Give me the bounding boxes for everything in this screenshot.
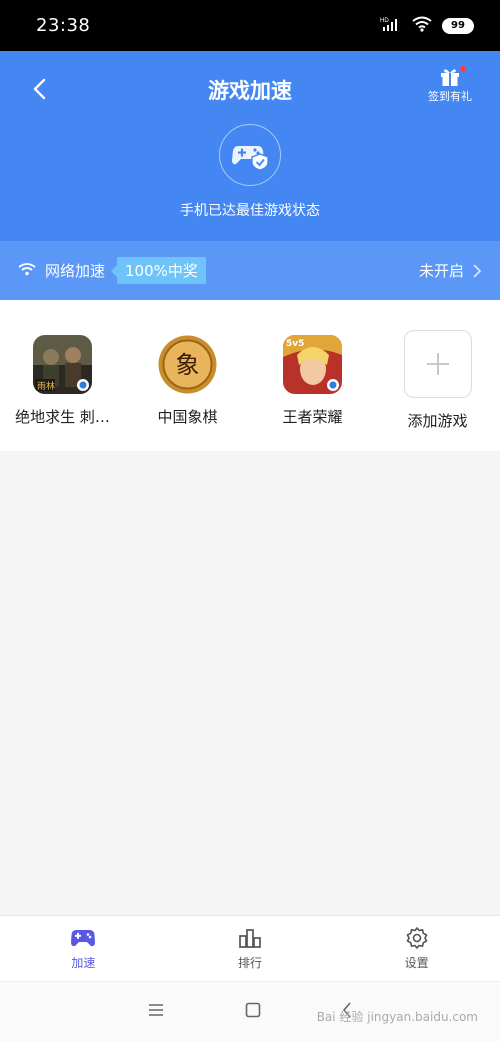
game-item-pubg[interactable]: 雨林 绝地求生 刺…	[0, 300, 125, 451]
bottom-tab-bar: 加速 排行 设置	[0, 915, 500, 981]
game-name: 中国象棋	[157, 408, 218, 426]
gear-icon	[406, 927, 427, 949]
chevron-right-icon	[473, 263, 482, 278]
chinese-chess-game-icon: 象	[158, 335, 217, 394]
tab-label: 排行	[238, 956, 263, 970]
network-status[interactable]: 未开启	[419, 260, 482, 281]
svg-text:象: 象	[176, 351, 200, 379]
game-accelerator-screen: 23:38 HD 99 游戏加速 签到有礼 手机已达最佳游戏状态 网络加速 10…	[0, 0, 500, 1041]
ranking-icon	[239, 929, 261, 948]
tab-label: 加速	[71, 956, 96, 970]
add-game-label: 添加游戏	[407, 412, 468, 430]
home-icon[interactable]	[245, 1002, 261, 1022]
game-item-chinese-chess[interactable]: 象 中国象棋	[125, 300, 250, 451]
signal-icon: HD	[380, 16, 402, 36]
gamepad-status-badge	[219, 124, 281, 186]
gamepad-shield-icon	[232, 146, 269, 170]
tab-settings[interactable]: 设置	[333, 916, 500, 981]
status-message: 手机已达最佳游戏状态	[180, 203, 320, 219]
network-acceleration-label: 网络加速	[45, 262, 106, 280]
game-name: 绝地求生 刺…	[15, 408, 110, 426]
network-acceleration-row[interactable]: 网络加速 100%中奖 未开启	[0, 241, 500, 300]
pubg-game-icon: 雨林	[33, 335, 92, 394]
svg-text:雨林: 雨林	[37, 380, 55, 392]
tab-accelerate[interactable]: 加速	[0, 916, 167, 981]
wifi-icon	[412, 16, 432, 36]
battery-icon: 99	[442, 17, 474, 34]
status-time: 23:38	[36, 15, 91, 36]
game-name: 王者荣耀	[282, 408, 343, 426]
wifi-icon	[18, 261, 36, 280]
gift-label: 签到有礼	[428, 90, 472, 103]
notification-dot	[460, 66, 466, 72]
gift-icon	[441, 69, 459, 86]
menu-icon[interactable]	[147, 1002, 165, 1021]
system-navigation-bar: Bai 经验 jingyan.baidu.com	[0, 981, 500, 1041]
game-item-honor-of-kings[interactable]: 5v5 王者荣耀	[250, 300, 375, 451]
svg-text:HD: HD	[380, 18, 389, 24]
promo-badge: 100%中奖	[111, 257, 206, 284]
plus-icon	[403, 330, 472, 398]
network-status-label: 未开启	[418, 262, 464, 280]
watermark: Bai 经验 jingyan.baidu.com	[316, 1010, 478, 1024]
tab-label: 设置	[404, 956, 429, 970]
game-list: 雨林 绝地求生 刺… 象 中国象棋 5v5 王者荣耀 添加游戏	[0, 300, 500, 451]
svg-text:5v5: 5v5	[286, 339, 304, 349]
status-bar: 23:38 HD 99	[0, 0, 500, 51]
status-icons: HD 99	[380, 16, 474, 36]
sign-in-gift-button[interactable]: 签到有礼	[422, 66, 478, 104]
add-game-button[interactable]: 添加游戏	[375, 300, 500, 451]
header: 游戏加速 签到有礼 手机已达最佳游戏状态	[0, 51, 500, 241]
tab-ranking[interactable]: 排行	[167, 916, 334, 981]
gamepad-icon	[71, 930, 96, 947]
honor-of-kings-game-icon: 5v5	[283, 335, 342, 394]
